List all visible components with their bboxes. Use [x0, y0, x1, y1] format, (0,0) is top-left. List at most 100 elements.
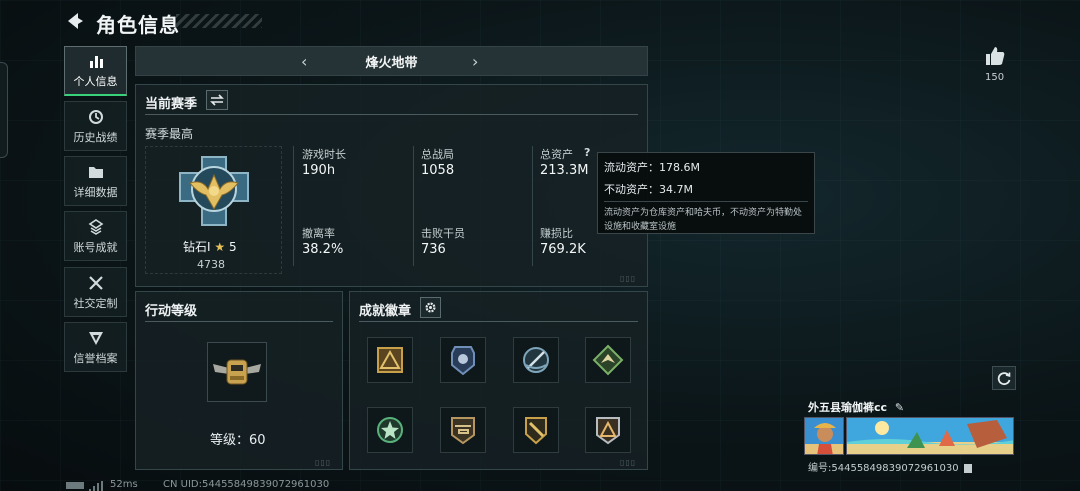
page-title: 角色信息 [96, 13, 180, 37]
badge-slot[interactable] [440, 407, 486, 453]
season-name: 烽火地带 [365, 55, 418, 71]
sidebar-item-label: 账号成就 [73, 240, 118, 254]
sidebar-item-label: 详细数据 [73, 185, 118, 199]
next-season-button[interactable]: › [472, 52, 478, 71]
badge-slot[interactable] [367, 337, 413, 383]
stat-label: 赚损比 [540, 227, 573, 240]
refresh-button[interactable] [992, 366, 1016, 390]
corner-decoration: ▯▯▯ [315, 458, 332, 467]
sidebar-item-label: 社交定制 [73, 296, 118, 310]
title-decoration [176, 14, 262, 28]
badge-slot[interactable] [585, 337, 631, 383]
stat-value: 213.3M [540, 163, 589, 178]
bar-chart-icon [87, 52, 105, 70]
edit-icon[interactable]: ✎ [895, 401, 904, 414]
swap-icon [210, 94, 224, 106]
corner-decoration: ▯▯▯ [620, 458, 637, 467]
sidebar-item-details[interactable]: 详细数据 [64, 156, 127, 206]
corner-decoration: ▯▯▯ [620, 274, 637, 283]
shield-sword-badge-icon [523, 347, 549, 373]
sidebar-item-credit[interactable]: 信誉档案 [64, 322, 127, 372]
badge-settings-button[interactable] [420, 297, 441, 318]
profile-banner [846, 417, 1014, 455]
action-level-value: 等级：60 [210, 433, 266, 448]
sidebar-item-label: 信誉档案 [73, 351, 118, 365]
current-season-title: 当前赛季 [145, 97, 198, 112]
signal-icon [89, 478, 103, 491]
copy-icon[interactable] [963, 463, 972, 473]
pyramid-badge-icon [377, 347, 403, 373]
stat-value: 190h [302, 163, 336, 178]
back-arrow-icon[interactable] [64, 10, 86, 32]
divider [145, 114, 638, 115]
rank-name: 钻石Ⅰ ★ 5 [183, 238, 237, 255]
stat-divider [413, 146, 414, 266]
sidebar-item-label: 个人信息 [73, 75, 118, 88]
thumbs-up-icon[interactable] [984, 45, 1006, 67]
sidebar-item-personal-info[interactable]: 个人信息 [64, 46, 127, 96]
sidebar-item-label: 历史战绩 [73, 130, 118, 144]
helicopter-badge-icon [451, 417, 475, 445]
avatar[interactable] [804, 417, 844, 455]
divider [145, 321, 333, 322]
tools-icon [87, 274, 105, 292]
liquid-assets: 流动资产：178.6M [604, 161, 700, 174]
level-emblem-frame [207, 342, 267, 402]
folder-icon [87, 163, 105, 181]
star-badge-icon [377, 417, 403, 443]
badge-slot[interactable] [585, 407, 631, 453]
badge-slot[interactable] [513, 407, 559, 453]
ping-text: 52ms [110, 479, 138, 490]
stat-value: 1058 [421, 163, 455, 178]
stat-label: 撤离率 [302, 227, 335, 240]
history-icon [87, 108, 105, 126]
stat-divider [532, 146, 533, 266]
battery-icon [66, 482, 84, 489]
rank-score: 4738 [197, 258, 225, 271]
tooltip-divider [604, 201, 808, 202]
stat-value: 736 [421, 242, 446, 257]
rank-stars: 5 [228, 240, 237, 254]
action-level-title: 行动等级 [145, 304, 198, 319]
switch-season-button[interactable] [206, 90, 228, 110]
stat-label: 总战局 [421, 148, 454, 161]
refresh-icon [997, 372, 1011, 386]
sidebar-item-history[interactable]: 历史战绩 [64, 101, 127, 151]
sidebar-item-social[interactable]: 社交定制 [64, 267, 127, 317]
assets-note: 流动资产为仓库资产和哈夫币，不动资产为特勤处设施和收藏室设施 [604, 208, 803, 232]
help-icon[interactable]: ? [584, 146, 590, 159]
badge-slot[interactable] [513, 337, 559, 383]
credit-shield-icon [87, 329, 105, 347]
prev-season-button[interactable]: ‹ [301, 52, 307, 71]
achievement-icon [87, 218, 105, 236]
stat-divider [293, 146, 294, 266]
stat-value: 38.2% [302, 242, 344, 257]
diamond-rank-emblem-icon [176, 153, 252, 229]
triangle-badge-icon [596, 417, 620, 445]
player-name: 外五县瑜伽裤cc ✎ [808, 399, 904, 415]
season-selector: ‹ 烽火地带 › [135, 46, 648, 76]
divider [359, 321, 638, 322]
sidebar-item-achievements[interactable]: 账号成就 [64, 211, 127, 261]
left-edge-tab[interactable] [0, 62, 8, 158]
player-id-text: 编号:54455849839072961030 [808, 463, 959, 474]
fixed-assets: 不动资产：34.7M [604, 183, 693, 196]
assets-tooltip: 流动资产：178.6M 不动资产：34.7M 流动资产为仓库资产和哈夫币，不动资… [597, 152, 815, 234]
gear-icon [425, 302, 436, 313]
knife-badge-icon [525, 417, 547, 445]
stat-value: 769.2K [540, 242, 586, 257]
star-icon: ★ [214, 240, 226, 254]
police-badge-icon [451, 346, 475, 376]
badge-slot[interactable] [367, 407, 413, 453]
player-id: 编号:54455849839072961030 [808, 459, 972, 474]
stat-label: 总资产 [540, 148, 573, 161]
stat-label: 游戏时长 [302, 148, 346, 161]
like-count: 150 [985, 72, 1005, 83]
winged-level-emblem-icon [213, 359, 261, 385]
rank-name-text: 钻石Ⅰ [183, 240, 211, 254]
badge-slot[interactable] [440, 337, 486, 383]
season-best-label: 赛季最高 [145, 127, 194, 141]
green-wings-badge-icon [592, 344, 624, 376]
badges-title: 成就徽章 [359, 304, 412, 319]
stat-label: 击败干员 [421, 227, 465, 240]
